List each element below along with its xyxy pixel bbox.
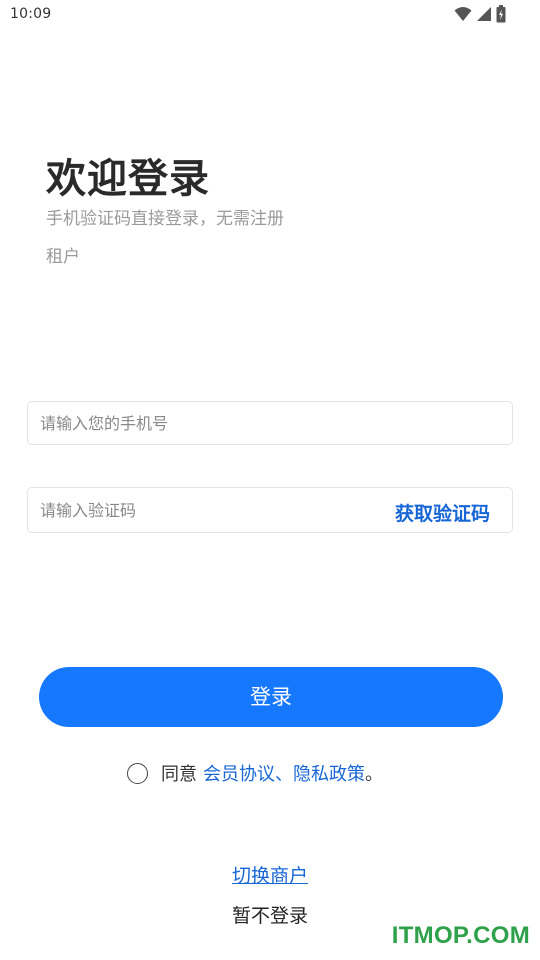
battery-icon (496, 5, 506, 23)
status-time: 10:09 (10, 6, 52, 22)
login-button[interactable]: 登录 (39, 667, 503, 727)
switch-tenant-link[interactable]: 切换商户 (0, 861, 540, 888)
phone-input-box (27, 401, 513, 445)
status-bar: 10:09 (0, 0, 540, 30)
agreement-prefix: 同意 (161, 764, 197, 785)
member-agreement-link[interactable]: 会员协议 (203, 760, 275, 786)
wifi-icon (454, 6, 472, 22)
watermark: ITMOP.COM (391, 922, 530, 949)
agreement-row: 同意 会员协议 、 隐私政策 。 (127, 760, 383, 786)
verification-code-input[interactable] (40, 488, 370, 532)
page-subtitle: 手机验证码直接登录，无需注册 (46, 209, 284, 229)
agreement-suffix: 。 (365, 764, 383, 785)
tenant-label: 租户 (46, 247, 80, 267)
agreement-checkbox[interactable] (127, 762, 148, 784)
code-input-box: 获取验证码 (27, 487, 513, 533)
status-icons (454, 5, 506, 23)
get-code-button[interactable]: 获取验证码 (395, 499, 490, 526)
privacy-policy-link[interactable]: 隐私政策 (293, 760, 365, 786)
agreement-separator: 、 (275, 764, 293, 785)
page-title: 欢迎登录 (46, 156, 210, 202)
phone-input[interactable] (40, 402, 500, 444)
signal-icon (476, 6, 492, 22)
